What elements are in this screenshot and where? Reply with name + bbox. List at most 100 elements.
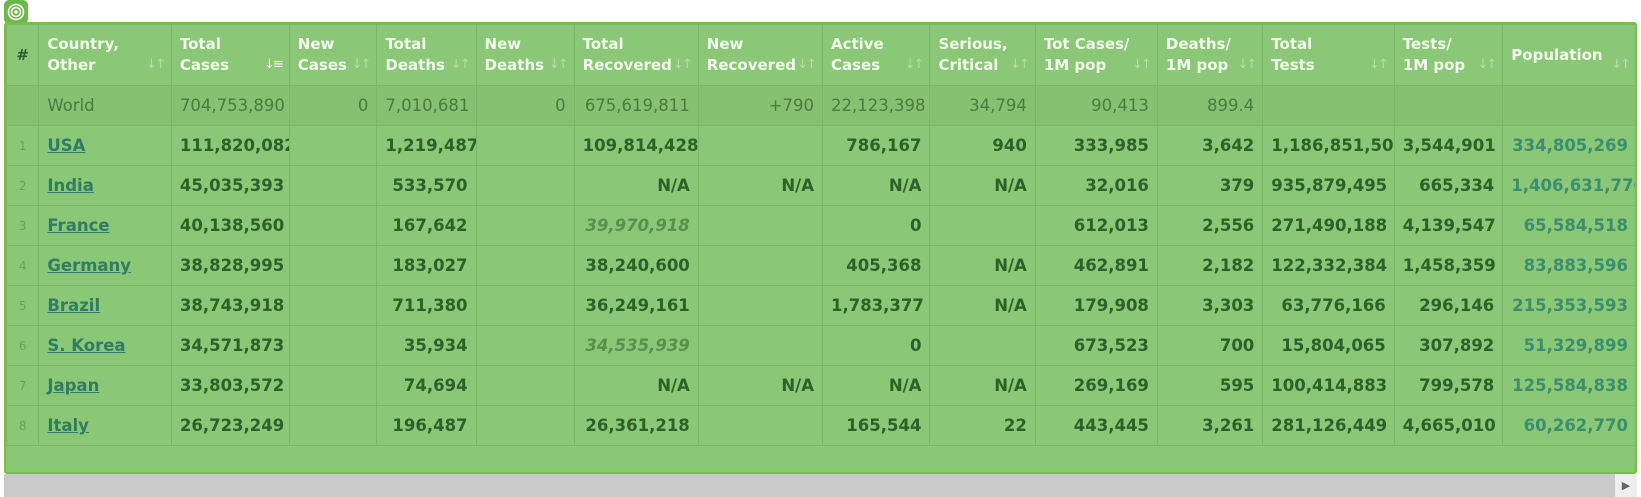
country-link[interactable]: Germany — [47, 256, 131, 275]
total-recovered-cell: 38,240,600 — [573, 245, 699, 286]
total-cases-cell: 40,138,560 — [170, 205, 290, 246]
new-recovered-cell: N/A — [697, 365, 823, 406]
serious-critical-cell: 22 — [929, 405, 1036, 446]
total-recovered-cell: 675,619,811 — [573, 85, 699, 126]
new-cases-cell — [288, 285, 378, 326]
total-recovered-cell: N/A — [573, 165, 699, 206]
tests-per-million-cell: 4,139,547 — [1393, 205, 1504, 246]
sort-icon[interactable]: ↓↑ — [1369, 54, 1389, 75]
row-index: 1 — [6, 125, 40, 166]
total-tests-cell: 281,126,449 — [1262, 405, 1395, 446]
sort-desc-active-icon[interactable]: ↓≡ — [264, 54, 284, 75]
new-cases-cell — [288, 165, 378, 206]
sort-icon[interactable]: ↓↑ — [549, 54, 569, 75]
deaths-per-million-cell: 700 — [1156, 325, 1264, 366]
total-deaths-cell: 35,934 — [376, 325, 477, 366]
total-tests-cell: 63,776,166 — [1262, 285, 1395, 326]
deaths-per-million-cell: 3,642 — [1156, 125, 1264, 166]
total-cases-cell: 33,803,572 — [170, 365, 290, 406]
col-header-tests-per-million[interactable]: Tests/1M pop ↓↑ — [1393, 24, 1504, 86]
population-cell: 51,329,899 — [1502, 325, 1635, 366]
country-link[interactable]: Japan — [47, 376, 99, 395]
population-cell — [1502, 85, 1635, 126]
new-cases-cell — [288, 405, 378, 446]
new-deaths-cell — [475, 245, 575, 286]
tests-per-million-cell — [1393, 85, 1504, 126]
sort-icon[interactable]: ↓↑ — [352, 54, 372, 75]
sort-icon[interactable]: ↓↑ — [1132, 54, 1152, 75]
col-header-total-tests[interactable]: Total Tests ↓↑ — [1262, 24, 1395, 86]
cases-per-million-cell: 462,891 — [1034, 245, 1158, 286]
new-recovered-cell — [697, 325, 823, 366]
tests-per-million-cell: 4,665,010 — [1393, 405, 1504, 446]
total-deaths-cell: 183,027 — [376, 245, 477, 286]
total-recovered-cell: 34,535,939 — [573, 325, 699, 366]
table-row: 7 Japan 33,803,572 74,694 N/A N/A N/A N/A 269,16… — [6, 365, 1635, 406]
total-tests-cell: 15,804,065 — [1262, 325, 1395, 366]
col-header-new-recovered[interactable]: New Recovered ↓↑ — [697, 24, 823, 86]
country-link[interactable]: France — [47, 216, 109, 235]
col-header-active-cases[interactable]: Active Cases ↓↑ — [821, 24, 931, 86]
total-deaths-cell: 711,380 — [376, 285, 477, 326]
country-link[interactable]: S. Korea — [47, 336, 125, 355]
col-header-new-deaths[interactable]: New Deaths ↓↑ — [475, 24, 575, 86]
new-deaths-cell — [475, 405, 575, 446]
col-header-total-deaths[interactable]: Total Deaths ↓↑ — [376, 24, 477, 86]
col-header-total-cases[interactable]: Total Cases ↓≡ — [170, 24, 290, 86]
new-cases-cell — [288, 205, 378, 246]
cases-per-million-cell: 673,523 — [1034, 325, 1158, 366]
total-recovered-cell: 39,970,918 — [573, 205, 699, 246]
active-cases-cell: 405,368 — [821, 245, 931, 286]
target-icon[interactable] — [4, 0, 28, 24]
total-recovered-cell: 26,361,218 — [573, 405, 699, 446]
world-total-row: World 704,753,890 0 7,010,681 0 675,619,… — [6, 85, 1635, 126]
horizontal-scrollbar[interactable]: ▶ — [4, 474, 1637, 497]
cases-per-million-cell: 32,016 — [1034, 165, 1158, 206]
tests-per-million-cell: 3,544,901 — [1393, 125, 1504, 166]
total-cases-cell: 45,035,393 — [170, 165, 290, 206]
country-link[interactable]: Italy — [47, 416, 89, 435]
tests-per-million-cell: 307,892 — [1393, 325, 1504, 366]
sort-icon[interactable]: ↓↑ — [905, 54, 925, 75]
row-index — [6, 85, 40, 126]
row-index: 6 — [6, 325, 40, 366]
tests-per-million-cell: 1,458,359 — [1393, 245, 1504, 286]
col-header-country[interactable]: Country, Other ↓↑ — [38, 24, 172, 86]
new-recovered-cell — [697, 245, 823, 286]
tests-per-million-cell: 665,334 — [1393, 165, 1504, 206]
country-link[interactable]: India — [47, 176, 94, 195]
sort-icon[interactable]: ↓↑ — [451, 54, 471, 75]
country-cell: France — [38, 205, 172, 246]
covid-stats-table: # Country, Other ↓↑ Total Cases ↓≡ New Cases ↓… — [6, 24, 1635, 446]
col-header-rank[interactable]: # — [6, 24, 40, 86]
country-cell: Italy — [38, 405, 172, 446]
sort-icon[interactable]: ↓↑ — [1478, 54, 1498, 75]
new-recovered-cell: +790 — [697, 85, 823, 126]
table-row: 4 Germany 38,828,995 183,027 38,240,600 405,3… — [6, 245, 1635, 286]
new-recovered-cell: N/A — [697, 165, 823, 206]
sort-icon[interactable]: ↓↑ — [1238, 54, 1258, 75]
sort-icon[interactable]: ↓↑ — [146, 54, 166, 75]
serious-critical-cell: N/A — [929, 285, 1036, 326]
country-cell: S. Korea — [38, 325, 172, 366]
sort-icon[interactable]: ↓↑ — [1611, 54, 1631, 75]
scroll-right-arrow-icon[interactable]: ▶ — [1615, 474, 1637, 497]
sort-icon[interactable]: ↓↑ — [797, 54, 817, 75]
col-header-population[interactable]: Population ↓↑ — [1502, 24, 1635, 86]
sort-icon[interactable]: ↓↑ — [1010, 54, 1030, 75]
row-index: 7 — [6, 365, 40, 406]
col-header-serious-critical[interactable]: Serious, Critical ↓↑ — [929, 24, 1036, 86]
country-link[interactable]: Brazil — [47, 296, 100, 315]
country-cell: India — [38, 165, 172, 206]
sort-icon[interactable]: ↓↑ — [673, 54, 693, 75]
country-name: World — [38, 85, 172, 126]
new-cases-cell — [288, 325, 378, 366]
col-header-total-recovered[interactable]: Total Recovered ↓↑ — [573, 24, 699, 86]
total-deaths-cell: 167,642 — [376, 205, 477, 246]
col-header-deaths-per-million[interactable]: Deaths/1M pop ↓↑ — [1156, 24, 1264, 86]
col-header-new-cases[interactable]: New Cases ↓↑ — [288, 24, 378, 86]
total-tests-cell: 271,490,188 — [1262, 205, 1395, 246]
col-header-cases-per-million[interactable]: Tot Cases/1M pop ↓↑ — [1034, 24, 1158, 86]
active-cases-cell: 786,167 — [821, 125, 931, 166]
country-link[interactable]: USA — [47, 136, 85, 155]
